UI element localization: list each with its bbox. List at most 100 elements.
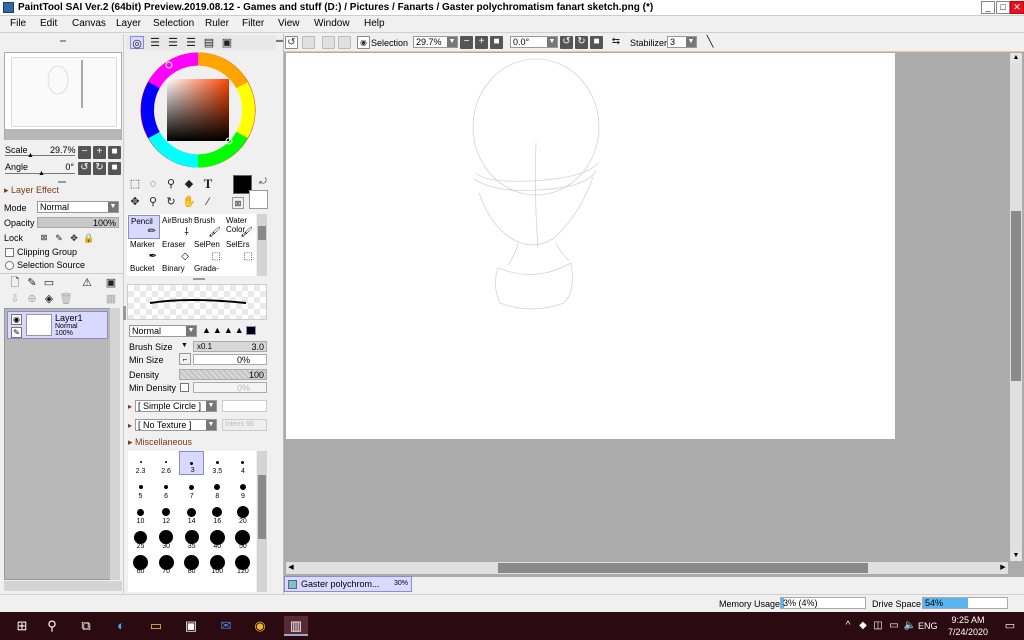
expand-arrow-icon[interactable]: ▸ (128, 402, 132, 411)
lock-move-icon[interactable]: ✥ (67, 231, 81, 245)
shape-select-icon[interactable]: ◆ (182, 177, 196, 191)
brush-size-cell[interactable]: 12 (154, 501, 179, 525)
min-size-slider[interactable]: 0% (193, 354, 267, 365)
task-view-icon[interactable]: ⧉ (76, 616, 96, 636)
eye-icon[interactable]: ◉ (11, 314, 22, 325)
panel-grip[interactable] (58, 181, 66, 183)
tool-watercolor[interactable]: Water Color 🖌 (224, 215, 256, 239)
chrome-icon[interactable]: ◉ (250, 616, 270, 636)
tool-airbrush[interactable]: AirBrush ⸸ (160, 215, 192, 239)
brush-size-cell[interactable]: 25 (128, 526, 153, 550)
density-slider[interactable]: 100 (179, 369, 267, 380)
layer-effect-header[interactable]: ▸ Layer Effect (4, 185, 59, 196)
brush-size-cell[interactable]: 6 (154, 476, 179, 500)
brush-size-cell[interactable]: 10 (128, 501, 153, 525)
brush-size-cell[interactable]: 16 (205, 501, 230, 525)
clock-time[interactable]: 9:25 AM (948, 615, 988, 625)
apply-mask-icon[interactable]: ▣ (104, 276, 118, 290)
color-wheel-icon[interactable]: ◎ (130, 36, 144, 50)
pressure-size-icon[interactable]: ⌐ (179, 353, 191, 365)
brush-size-cell[interactable]: 100 (205, 551, 230, 575)
brush-size-cell[interactable]: 35 (179, 526, 204, 550)
layer-mode-dropdown[interactable]: Normal ▼ (37, 201, 119, 213)
rotate-view-icon[interactable]: ↻ (164, 195, 178, 209)
notification-icon[interactable]: ▭ (1000, 616, 1020, 636)
brush-size-scrollbar[interactable] (257, 451, 267, 592)
lock-all-icon[interactable]: 🔒 (82, 231, 96, 245)
menu-layer[interactable]: Layer (116, 18, 141, 29)
new-layer-icon[interactable]: 🗋 (8, 276, 22, 290)
rotate-right-button[interactable]: ↻ (93, 162, 106, 175)
menu-filter[interactable]: Filter (242, 18, 264, 29)
swatches-icon[interactable]: ▤ (202, 36, 216, 50)
flip-horizontal-icon[interactable]: ⇆ (609, 35, 623, 49)
clear-layer-icon[interactable]: ◈ (42, 292, 56, 306)
opacity-slider[interactable]: 100% (37, 217, 119, 228)
merge-down-icon[interactable]: ⊕ (25, 292, 39, 306)
volume-icon[interactable]: 🔈 (900, 616, 920, 636)
brush-size-cell[interactable]: 2.3 (128, 451, 153, 475)
chevron-down-icon[interactable]: ▼ (181, 342, 188, 349)
painttool-sai-icon[interactable]: ▥ (284, 616, 308, 636)
menu-canvas[interactable]: Canvas (72, 18, 106, 29)
deselect-icon[interactable] (322, 36, 335, 49)
brush-shape-intensity[interactable] (222, 400, 267, 412)
tool-marker[interactable]: Marker ✒ (128, 239, 160, 263)
brush-size-cell[interactable]: 8 (205, 476, 230, 500)
text-tool-icon[interactable]: T (201, 177, 215, 191)
canvas-hscrollbar[interactable]: ◀ ▶ (286, 562, 1008, 574)
layer-mask-icon[interactable]: ⚠ (80, 276, 94, 290)
menu-file[interactable]: File (10, 18, 26, 29)
clipping-group-checkbox[interactable] (5, 248, 14, 257)
scale-slider[interactable] (5, 155, 75, 156)
brush-blend-mode-dropdown[interactable]: Normal ▼ (129, 325, 197, 337)
line-icon[interactable]: ╲ (703, 35, 717, 49)
zoom-icon[interactable]: ⚲ (146, 195, 160, 209)
menu-help[interactable]: Help (364, 18, 385, 29)
scroll-thumb[interactable] (258, 475, 266, 539)
brush-size-cell[interactable]: 60 (128, 551, 153, 575)
rotate-right-button[interactable]: ↻ (575, 36, 588, 49)
lock-paint-icon[interactable]: ✎ (52, 231, 66, 245)
windows-start-icon[interactable]: ⊞ (12, 616, 32, 636)
rect-select-icon[interactable]: ⬚ (128, 177, 142, 191)
layer-list-hscrollbar[interactable] (4, 581, 122, 591)
tool-eraser[interactable]: Eraser ◇ (160, 239, 192, 263)
menu-selection[interactable]: Selection (153, 18, 194, 29)
tool-pencil[interactable]: Pencil ✏ (128, 215, 160, 239)
tool-grid-scrollbar[interactable] (257, 214, 267, 276)
eyedropper-icon[interactable]: ⁄ (201, 195, 215, 209)
minimize-button[interactable]: _ (981, 1, 995, 14)
brush-size-cell[interactable]: 40 (205, 526, 230, 550)
menu-window[interactable]: Window (314, 18, 350, 29)
scroll-down-icon[interactable]: ▼ (1011, 551, 1021, 561)
navigator-scrollbar[interactable] (5, 129, 121, 140)
angle-dropdown[interactable]: 0.0° ▼ (510, 36, 558, 48)
brush-size-cell[interactable]: 80 (179, 551, 204, 575)
brush-size-cell[interactable]: 20 (230, 501, 255, 525)
brush-size-cell[interactable]: 2.6 (154, 451, 179, 475)
rotate-reset-button[interactable]: ■ (108, 162, 121, 175)
scroll-right-icon[interactable]: ▶ (998, 563, 1008, 573)
move-icon[interactable]: ✥ (128, 195, 142, 209)
expand-arrow-icon[interactable]: ▸ (128, 421, 132, 430)
swap-colors-icon[interactable]: ⤾ (256, 174, 270, 188)
brush-size-cell[interactable]: 50 (230, 526, 255, 550)
document-tab[interactable]: Gaster polychrom... 30% (284, 576, 412, 592)
scroll-up-icon[interactable]: ▲ (1011, 53, 1021, 63)
panel-grip[interactable]: ▬ (276, 37, 283, 44)
delete-layer-icon[interactable]: 🗑 (59, 292, 73, 306)
brush-size-cell[interactable]: 4 (230, 451, 255, 475)
eye-icon[interactable]: ◉ (357, 36, 370, 49)
pencil-icon[interactable]: ✎ (11, 327, 22, 338)
panel-grip[interactable] (60, 40, 66, 42)
scroll-left-icon[interactable]: ◀ (286, 563, 296, 573)
brush-size-cell[interactable]: 7 (179, 476, 204, 500)
rotate-left-button[interactable]: ↺ (560, 36, 573, 49)
new-linework-layer-icon[interactable]: ✎ (25, 276, 39, 290)
texture-intensity[interactable]: Intens 95 (222, 419, 267, 431)
stabilizer-dropdown[interactable]: 3 ▼ (667, 36, 697, 48)
scroll-thumb[interactable] (1011, 211, 1021, 381)
brush-texture-dropdown[interactable]: [ No Texture ] ▼ (135, 419, 217, 431)
transparent-color-icon[interactable]: ⊠ (232, 197, 244, 209)
